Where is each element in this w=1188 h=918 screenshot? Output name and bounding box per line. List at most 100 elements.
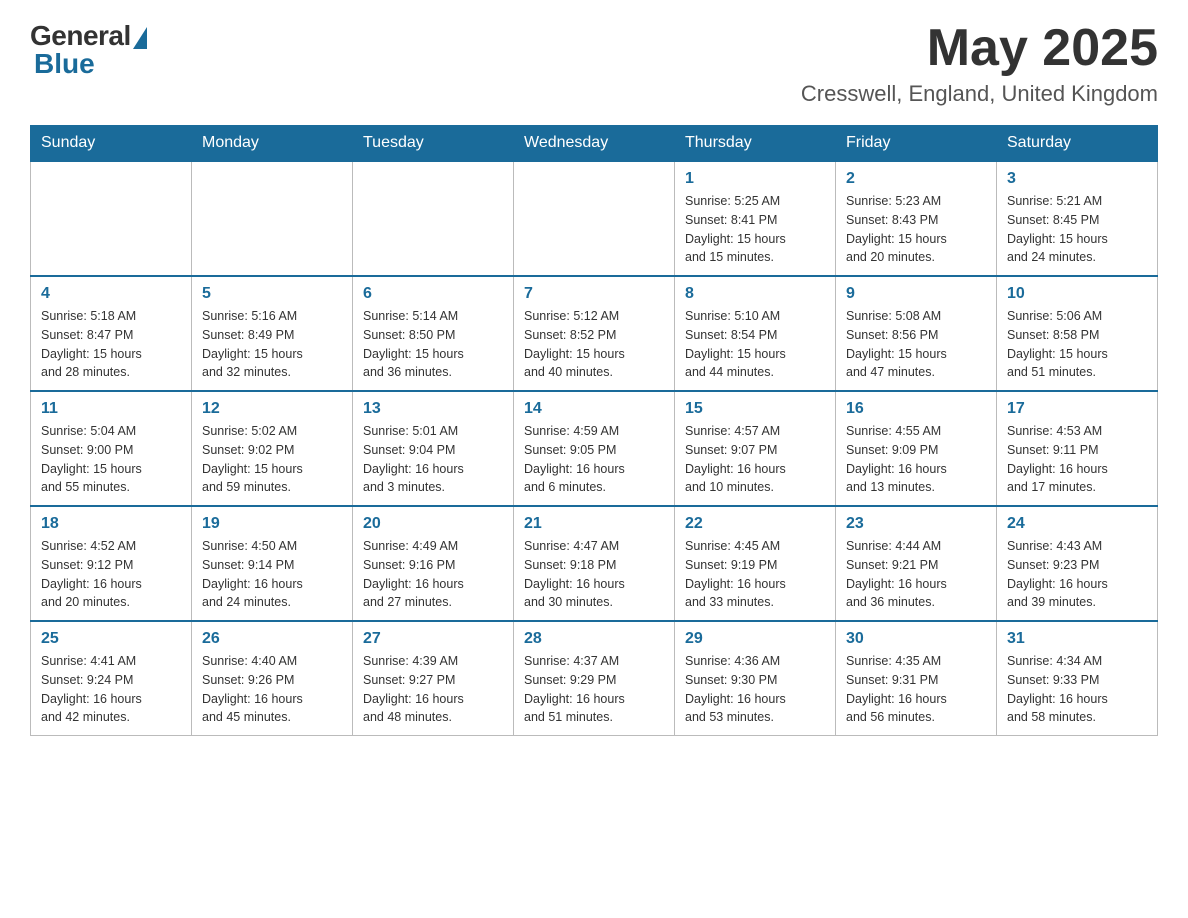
calendar-cell: 26 Sunrise: 4:40 AM Sunset: 9:26 PM Dayli… <box>192 621 353 736</box>
day-info: Sunrise: 5:21 AM Sunset: 8:45 PM Dayligh… <box>1007 192 1147 267</box>
calendar-cell: 16Sunrise: 4:55 AM Sunset: 9:09 PM Dayli… <box>836 391 997 506</box>
day-number: 1 <box>685 170 825 188</box>
calendar-cell <box>514 161 675 276</box>
day-info: Sunrise: 5:18 AM Sunset: 8:47 PM Dayligh… <box>41 307 181 382</box>
logo: General Blue <box>30 20 147 80</box>
month-title: May 2025 <box>801 20 1158 77</box>
weekday-header-tuesday: Tuesday <box>353 126 514 162</box>
week-row-3: 11Sunrise: 5:04 AM Sunset: 9:00 PM Dayli… <box>31 391 1158 506</box>
calendar-cell: 12 Sunrise: 5:02 AM Sunset: 9:02 PM Dayli… <box>192 391 353 506</box>
calendar-cell <box>353 161 514 276</box>
page-header: General Blue May 2025 Cresswell, England… <box>30 20 1158 107</box>
day-info: Sunrise: 5:14 AM Sunset: 8:50 PM Dayligh… <box>363 307 503 382</box>
day-info: Sunrise: 4:52 AM Sunset: 9:12 PM Dayligh… <box>41 537 181 612</box>
day-info: Sunrise: 4:47 AM Sunset: 9:18 PM Dayligh… <box>524 537 664 612</box>
calendar-cell: 14 Sunrise: 4:59 AM Sunset: 9:05 PM Dayli… <box>514 391 675 506</box>
day-info: Sunrise: 4:55 AM Sunset: 9:09 PM Dayligh… <box>846 422 986 497</box>
calendar-cell <box>31 161 192 276</box>
location-title: Cresswell, England, United Kingdom <box>801 81 1158 107</box>
day-info: Sunrise: 4:35 AM Sunset: 9:31 PM Dayligh… <box>846 652 986 727</box>
day-info: Sunrise: 4:49 AM Sunset: 9:16 PM Dayligh… <box>363 537 503 612</box>
day-info: Sunrise: 4:36 AM Sunset: 9:30 PM Dayligh… <box>685 652 825 727</box>
calendar-cell: 19 Sunrise: 4:50 AM Sunset: 9:14 PM Dayli… <box>192 506 353 621</box>
day-number: 2 <box>846 170 986 188</box>
weekday-header-friday: Friday <box>836 126 997 162</box>
day-number: 25 <box>41 630 181 648</box>
calendar-cell: 23Sunrise: 4:44 AM Sunset: 9:21 PM Dayli… <box>836 506 997 621</box>
calendar-cell: 2Sunrise: 5:23 AM Sunset: 8:43 PM Daylig… <box>836 161 997 276</box>
day-number: 14 <box>524 400 664 418</box>
weekday-header-saturday: Saturday <box>997 126 1158 162</box>
calendar-cell: 25 Sunrise: 4:41 AM Sunset: 9:24 PM Dayli… <box>31 621 192 736</box>
calendar-table: SundayMondayTuesdayWednesdayThursdayFrid… <box>30 125 1158 736</box>
calendar-cell: 4 Sunrise: 5:18 AM Sunset: 8:47 PM Daylig… <box>31 276 192 391</box>
calendar-cell: 13 Sunrise: 5:01 AM Sunset: 9:04 PM Dayli… <box>353 391 514 506</box>
day-number: 9 <box>846 285 986 303</box>
calendar-cell: 24Sunrise: 4:43 AM Sunset: 9:23 PM Dayli… <box>997 506 1158 621</box>
day-number: 22 <box>685 515 825 533</box>
calendar-cell: 18 Sunrise: 4:52 AM Sunset: 9:12 PM Dayli… <box>31 506 192 621</box>
day-number: 26 <box>202 630 342 648</box>
calendar-cell: 27 Sunrise: 4:39 AM Sunset: 9:27 PM Dayli… <box>353 621 514 736</box>
day-number: 24 <box>1007 515 1147 533</box>
calendar-cell: 21 Sunrise: 4:47 AM Sunset: 9:18 PM Dayli… <box>514 506 675 621</box>
calendar-cell: 1 Sunrise: 5:25 AM Sunset: 8:41 PM Daylig… <box>675 161 836 276</box>
weekday-header-row: SundayMondayTuesdayWednesdayThursdayFrid… <box>31 126 1158 162</box>
calendar-cell: 6 Sunrise: 5:14 AM Sunset: 8:50 PM Daylig… <box>353 276 514 391</box>
calendar-cell: 5Sunrise: 5:16 AM Sunset: 8:49 PM Daylig… <box>192 276 353 391</box>
weekday-header-sunday: Sunday <box>31 126 192 162</box>
day-number: 15 <box>685 400 825 418</box>
calendar-cell: 11Sunrise: 5:04 AM Sunset: 9:00 PM Dayli… <box>31 391 192 506</box>
logo-triangle-icon <box>133 27 147 49</box>
day-info: Sunrise: 4:59 AM Sunset: 9:05 PM Dayligh… <box>524 422 664 497</box>
calendar-cell <box>192 161 353 276</box>
day-info: Sunrise: 5:16 AM Sunset: 8:49 PM Dayligh… <box>202 307 342 382</box>
day-info: Sunrise: 5:10 AM Sunset: 8:54 PM Dayligh… <box>685 307 825 382</box>
day-info: Sunrise: 5:08 AM Sunset: 8:56 PM Dayligh… <box>846 307 986 382</box>
day-info: Sunrise: 4:50 AM Sunset: 9:14 PM Dayligh… <box>202 537 342 612</box>
day-number: 20 <box>363 515 503 533</box>
day-number: 8 <box>685 285 825 303</box>
calendar-cell: 7 Sunrise: 5:12 AM Sunset: 8:52 PM Daylig… <box>514 276 675 391</box>
logo-blue-text: Blue <box>34 48 95 80</box>
day-info: Sunrise: 5:01 AM Sunset: 9:04 PM Dayligh… <box>363 422 503 497</box>
calendar-cell: 28 Sunrise: 4:37 AM Sunset: 9:29 PM Dayli… <box>514 621 675 736</box>
day-number: 28 <box>524 630 664 648</box>
day-number: 19 <box>202 515 342 533</box>
day-number: 30 <box>846 630 986 648</box>
calendar-cell: 15 Sunrise: 4:57 AM Sunset: 9:07 PM Dayli… <box>675 391 836 506</box>
day-info: Sunrise: 4:37 AM Sunset: 9:29 PM Dayligh… <box>524 652 664 727</box>
day-info: Sunrise: 4:39 AM Sunset: 9:27 PM Dayligh… <box>363 652 503 727</box>
calendar-cell: 22Sunrise: 4:45 AM Sunset: 9:19 PM Dayli… <box>675 506 836 621</box>
day-info: Sunrise: 5:02 AM Sunset: 9:02 PM Dayligh… <box>202 422 342 497</box>
weekday-header-monday: Monday <box>192 126 353 162</box>
day-number: 29 <box>685 630 825 648</box>
day-info: Sunrise: 4:57 AM Sunset: 9:07 PM Dayligh… <box>685 422 825 497</box>
day-number: 17 <box>1007 400 1147 418</box>
day-number: 18 <box>41 515 181 533</box>
day-info: Sunrise: 5:25 AM Sunset: 8:41 PM Dayligh… <box>685 192 825 267</box>
weekday-header-wednesday: Wednesday <box>514 126 675 162</box>
calendar-cell: 29 Sunrise: 4:36 AM Sunset: 9:30 PM Dayli… <box>675 621 836 736</box>
day-info: Sunrise: 4:41 AM Sunset: 9:24 PM Dayligh… <box>41 652 181 727</box>
day-number: 27 <box>363 630 503 648</box>
day-number: 12 <box>202 400 342 418</box>
day-number: 7 <box>524 285 664 303</box>
day-number: 13 <box>363 400 503 418</box>
calendar-cell: 10Sunrise: 5:06 AM Sunset: 8:58 PM Dayli… <box>997 276 1158 391</box>
day-info: Sunrise: 4:40 AM Sunset: 9:26 PM Dayligh… <box>202 652 342 727</box>
week-row-5: 25 Sunrise: 4:41 AM Sunset: 9:24 PM Dayli… <box>31 621 1158 736</box>
day-info: Sunrise: 4:44 AM Sunset: 9:21 PM Dayligh… <box>846 537 986 612</box>
calendar-cell: 20 Sunrise: 4:49 AM Sunset: 9:16 PM Dayli… <box>353 506 514 621</box>
day-info: Sunrise: 4:53 AM Sunset: 9:11 PM Dayligh… <box>1007 422 1147 497</box>
day-number: 4 <box>41 285 181 303</box>
day-number: 6 <box>363 285 503 303</box>
calendar-cell: 31Sunrise: 4:34 AM Sunset: 9:33 PM Dayli… <box>997 621 1158 736</box>
week-row-4: 18 Sunrise: 4:52 AM Sunset: 9:12 PM Dayli… <box>31 506 1158 621</box>
week-row-1: 1 Sunrise: 5:25 AM Sunset: 8:41 PM Daylig… <box>31 161 1158 276</box>
day-info: Sunrise: 5:12 AM Sunset: 8:52 PM Dayligh… <box>524 307 664 382</box>
weekday-header-thursday: Thursday <box>675 126 836 162</box>
day-info: Sunrise: 5:06 AM Sunset: 8:58 PM Dayligh… <box>1007 307 1147 382</box>
day-number: 21 <box>524 515 664 533</box>
day-number: 31 <box>1007 630 1147 648</box>
